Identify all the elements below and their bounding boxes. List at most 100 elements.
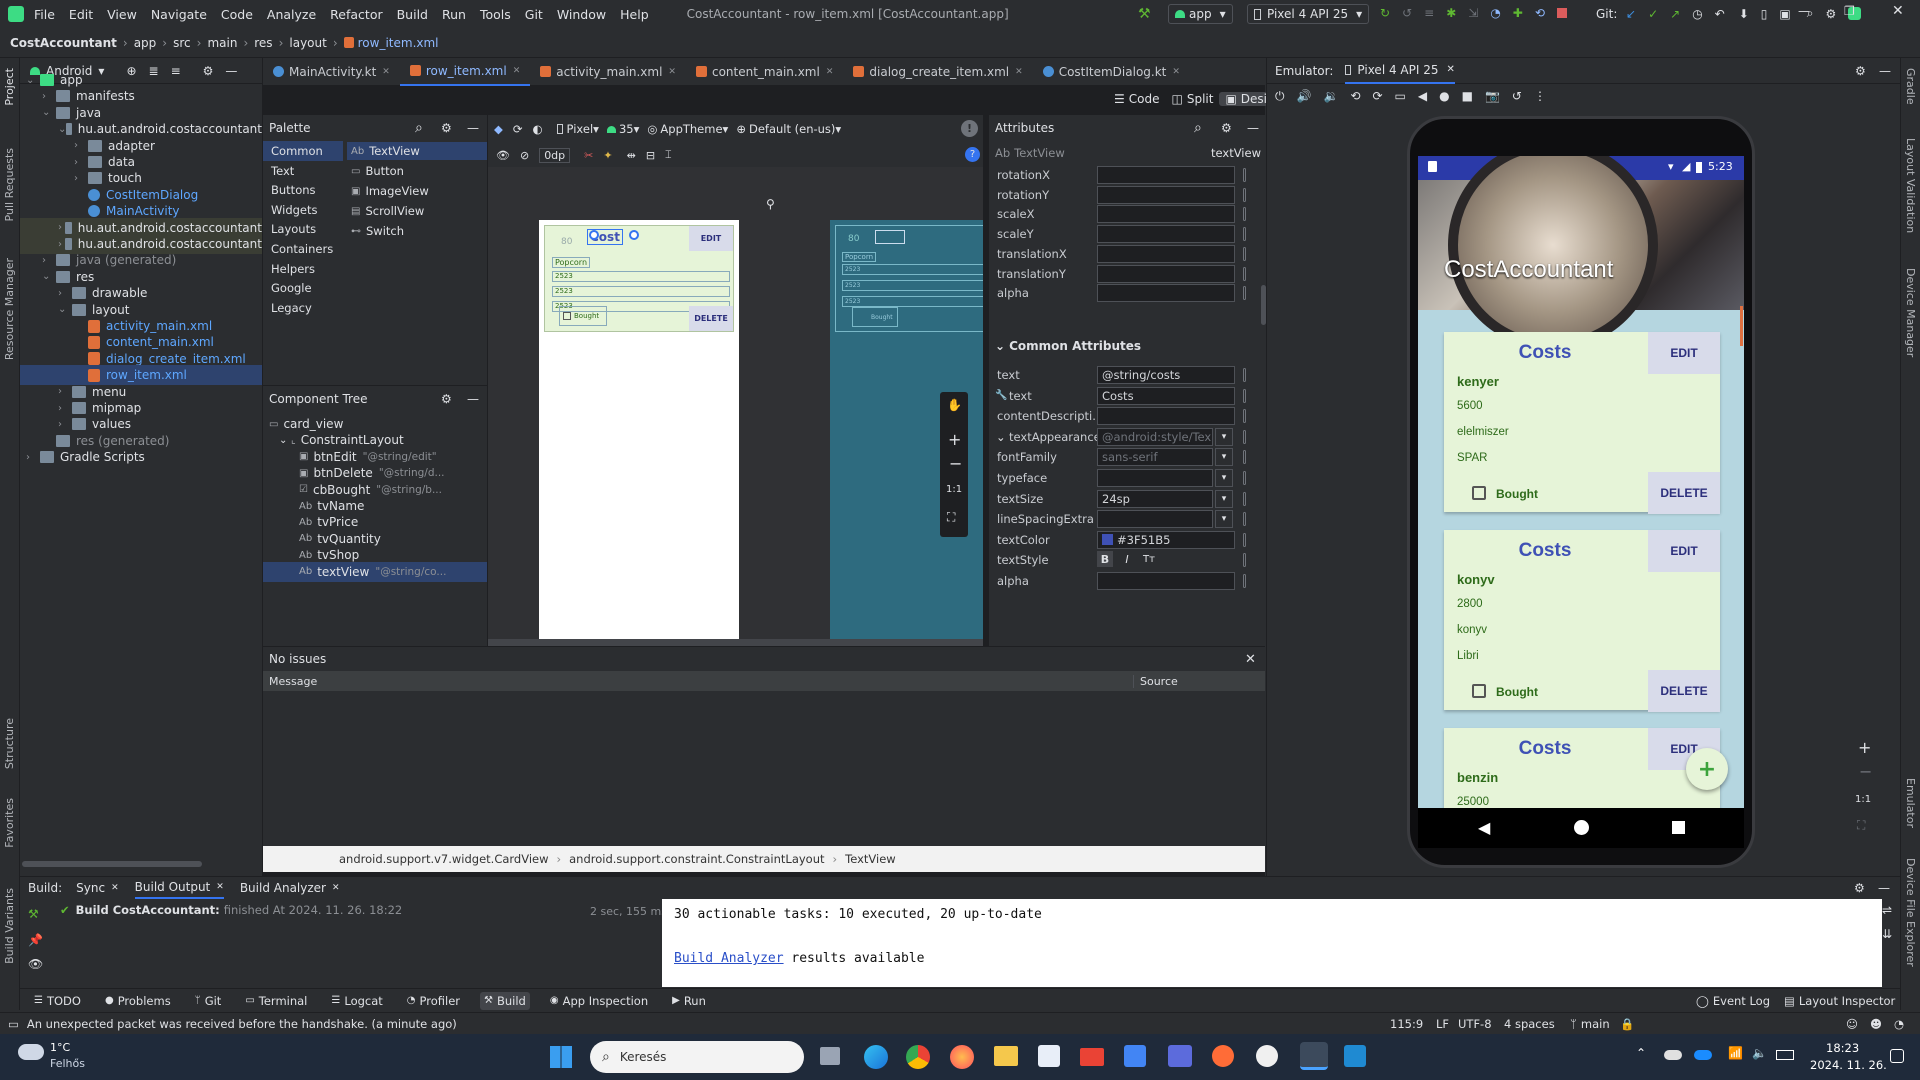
palette-widget-button[interactable]: ▭ Button bbox=[347, 162, 487, 180]
canvas-hscrollbar[interactable] bbox=[488, 639, 983, 646]
coverage-icon[interactable]: ✚ bbox=[1513, 6, 1523, 20]
bought-checkbox[interactable] bbox=[1472, 486, 1486, 500]
zoom-actual-label[interactable]: 1:1 bbox=[946, 484, 962, 495]
github-icon[interactable] bbox=[1256, 1045, 1278, 1067]
attribute-flag-icon[interactable] bbox=[1243, 286, 1246, 301]
attribute-value-field[interactable]: 24sp bbox=[1097, 489, 1213, 508]
git-push-icon[interactable]: ↗ bbox=[1670, 7, 1680, 21]
status-message[interactable]: An unexpected packet was received before… bbox=[27, 1017, 457, 1031]
close-icon[interactable]: ✕ bbox=[382, 67, 390, 77]
menu-edit[interactable]: Edit bbox=[69, 7, 93, 22]
power-icon[interactable]: ⏻ bbox=[1275, 89, 1285, 104]
chevron-down-icon[interactable]: ⌄ bbox=[42, 271, 56, 282]
tool-window-git[interactable]: ᛘ Git bbox=[191, 992, 226, 1010]
clock-time[interactable]: 18:23 bbox=[1826, 1041, 1859, 1055]
palette-widget-scrollview[interactable]: ▤ ScrollView bbox=[347, 202, 487, 220]
common-attributes-header[interactable]: ⌄ Common Attributes bbox=[995, 339, 1141, 353]
locale-picker[interactable]: ⊕ Default (en-us) ▾ bbox=[736, 122, 841, 136]
zoom-fit-icon[interactable]: ⛶ bbox=[947, 510, 955, 525]
menu-file[interactable]: File bbox=[34, 7, 55, 22]
autoconnect-icon[interactable]: ⊘ bbox=[520, 149, 529, 162]
chevron-down-icon[interactable]: ⌄ bbox=[58, 304, 72, 315]
attribute-value-field[interactable] bbox=[1097, 205, 1235, 224]
android-studio-taskbar-icon[interactable] bbox=[1300, 1042, 1328, 1070]
structure-tool-tab[interactable]: Structure bbox=[3, 718, 16, 769]
add-fab-button[interactable]: + bbox=[1686, 748, 1728, 790]
preview-value-row[interactable]: 2523 bbox=[552, 271, 730, 282]
palette-category-common[interactable]: Common bbox=[263, 141, 343, 161]
cost-card[interactable]: Costs EDIT konyv 2800 konyv Libri Bought… bbox=[1444, 530, 1720, 712]
search-icon[interactable]: ⌕ bbox=[1194, 120, 1202, 136]
pin-icon[interactable]: 📌 bbox=[28, 933, 43, 947]
attribute-flag-icon[interactable] bbox=[1243, 168, 1246, 182]
git-rollback-icon[interactable]: ↶ bbox=[1715, 7, 1725, 21]
close-icon[interactable]: ✕ bbox=[332, 883, 340, 893]
tab-dialog-create-item-xml[interactable]: dialog_create_item.xml ✕ bbox=[843, 58, 1032, 86]
chevron-right-icon[interactable]: › bbox=[42, 91, 56, 102]
api-picker[interactable]: 35 ▾ bbox=[606, 122, 639, 136]
palette-category-helpers[interactable]: Helpers bbox=[263, 259, 343, 279]
tab-sync[interactable]: Sync ✕ bbox=[76, 881, 118, 895]
attribute-value-field[interactable] bbox=[1097, 510, 1213, 529]
more-icon[interactable]: ⋮ bbox=[1534, 89, 1546, 103]
calendar-icon[interactable] bbox=[1124, 1045, 1146, 1067]
tool-window-run[interactable]: ▶ Run bbox=[668, 992, 710, 1010]
snapshot-icon[interactable]: ↺ bbox=[1512, 89, 1522, 103]
breadcrumb-item[interactable]: CostAccountant bbox=[10, 36, 117, 50]
device-picker[interactable]: Pixel ▾ bbox=[556, 122, 599, 136]
tool-window-logcat[interactable]: ☰ Logcat bbox=[327, 992, 386, 1010]
zoom-fit-icon[interactable]: ⛶ bbox=[1857, 818, 1865, 833]
rotate-right-icon[interactable]: ⟳ bbox=[1372, 89, 1382, 103]
apply-code-icon[interactable]: ↺ bbox=[1402, 6, 1412, 20]
volume-down-icon[interactable]: 🔉 bbox=[1323, 89, 1338, 103]
palette-category-text[interactable]: Text bbox=[263, 161, 343, 181]
chevron-down-icon[interactable]: ⌄ bbox=[996, 430, 1006, 444]
design-preview[interactable]: Cost 80 EDIT Popcorn 2523 2523 2523 Bought… bbox=[539, 220, 739, 646]
soft-wrap-icon[interactable]: ⇌ bbox=[1882, 903, 1892, 917]
component-tree-item[interactable]: Ab textView "@string/co... bbox=[263, 561, 487, 582]
build-result-row[interactable]: ✔ Build CostAccountant: finished At 2024… bbox=[60, 903, 402, 917]
preview-value-row[interactable]: 2523 bbox=[552, 286, 730, 297]
align-icon[interactable]: ⊟ bbox=[646, 149, 655, 162]
breadcrumb-item[interactable]: src bbox=[173, 36, 191, 50]
build-output-console[interactable]: 30 actionable tasks: 10 executed, 20 up-… bbox=[662, 899, 1882, 987]
preview-edit-button[interactable]: EDIT bbox=[689, 226, 733, 251]
breadcrumb-item[interactable]: layout bbox=[289, 36, 326, 50]
attribute-flag-icon[interactable] bbox=[1243, 429, 1246, 444]
vs-icon[interactable] bbox=[1168, 1045, 1192, 1067]
debug-icon[interactable]: ✱ bbox=[1446, 6, 1456, 20]
bold-icon[interactable]: B bbox=[1097, 551, 1113, 568]
all-caps-icon[interactable]: Tт bbox=[1141, 551, 1157, 567]
settings-gear-icon[interactable]: ⚙ bbox=[441, 121, 452, 135]
maximize-window-button[interactable]: ❐ bbox=[1844, 4, 1855, 18]
attribute-value-field[interactable] bbox=[1097, 225, 1235, 244]
attach-debugger-icon[interactable]: ⇲ bbox=[1468, 6, 1478, 20]
project-structure-icon[interactable]: ▣ bbox=[1779, 7, 1790, 21]
menu-help[interactable]: Help bbox=[620, 7, 649, 22]
night-mode-icon[interactable]: ◐ bbox=[533, 122, 543, 136]
settings-gear-icon[interactable]: ⚙ bbox=[1855, 64, 1866, 78]
menu-window[interactable]: Window bbox=[557, 7, 606, 22]
wifi-icon[interactable]: 📶 bbox=[1728, 1046, 1743, 1060]
clear-constraints-icon[interactable]: ✂ bbox=[584, 149, 593, 162]
close-icon[interactable]: ✕ bbox=[1172, 67, 1180, 77]
message-column-header[interactable]: Message bbox=[269, 675, 317, 688]
postman-icon[interactable] bbox=[1212, 1045, 1234, 1067]
tool-window-build[interactable]: ⚒ Build bbox=[480, 991, 530, 1010]
close-icon[interactable]: ✕ bbox=[111, 883, 119, 893]
settings-gear-icon[interactable]: ⚙ bbox=[1854, 881, 1865, 895]
constraint-handle-left[interactable] bbox=[589, 230, 599, 240]
attribute-value-field[interactable] bbox=[1097, 469, 1213, 487]
file-explorer-icon[interactable] bbox=[994, 1046, 1018, 1066]
task-view-icon[interactable] bbox=[820, 1047, 840, 1065]
attribute-flag-icon[interactable] bbox=[1243, 491, 1246, 506]
menu-analyze[interactable]: Analyze bbox=[267, 7, 316, 22]
preview-delete-button[interactable]: DELETE bbox=[689, 306, 733, 331]
close-icon[interactable]: ✕ bbox=[668, 67, 676, 77]
edge-icon[interactable] bbox=[864, 1045, 888, 1069]
lock-icon[interactable]: 🔒 bbox=[1620, 1017, 1634, 1031]
fold-icon[interactable]: ▭ bbox=[1395, 89, 1406, 103]
chevron-down-icon[interactable]: ⌄ bbox=[26, 75, 40, 86]
attribute-value-field[interactable]: Costs bbox=[1097, 386, 1235, 405]
menu-git[interactable]: Git bbox=[525, 7, 543, 22]
